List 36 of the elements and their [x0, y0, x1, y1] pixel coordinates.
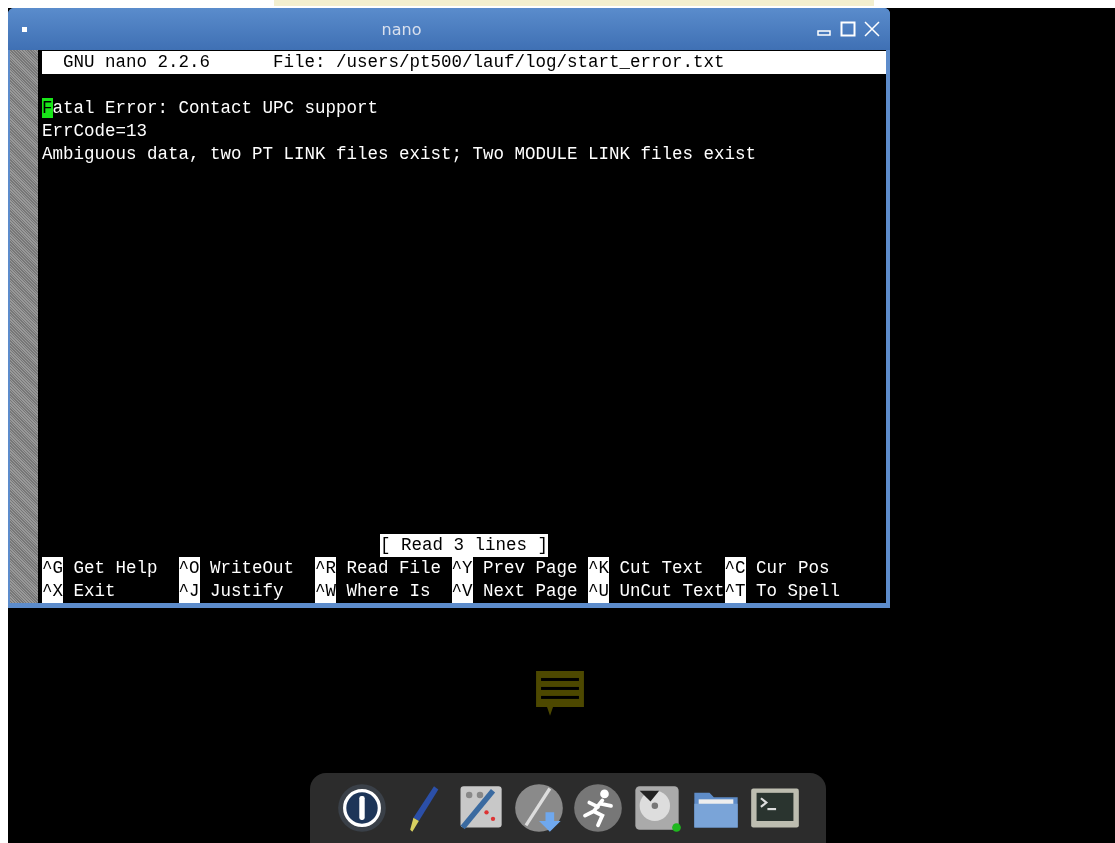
editor-header: GNU nano 2.2.6 File: /users/pt500/lauf/log/start_error.txt [42, 51, 886, 74]
shortcut-key[interactable]: ^W [315, 580, 337, 604]
shortcut-key[interactable]: ^T [724, 580, 746, 604]
status-message: [ Read 3 lines ] [380, 534, 548, 558]
shortcut-label: Cut Text [618, 557, 704, 581]
download-icon[interactable] [512, 782, 565, 835]
running-figure-icon[interactable] [571, 782, 624, 835]
text-line: Ambiguous data, two PT LINK files exist; Two MODULE LINK files exist [42, 144, 757, 164]
shortcut-label: Get Help [72, 557, 158, 581]
text-line: ErrCode=13 [42, 121, 148, 141]
shortcut-label: Next Page [482, 580, 578, 604]
shortcut-key[interactable]: ^J [178, 580, 200, 604]
shortcut-key[interactable]: ^R [315, 557, 337, 581]
shortcut-label: Exit [72, 580, 116, 604]
shortcut-label: Cur Pos [755, 557, 830, 581]
shortcut-label: Prev Page [482, 557, 578, 581]
shortcut-key[interactable]: ^X [42, 580, 63, 604]
window-title: nano [380, 19, 423, 39]
shortcut-label: UnCut Text [618, 580, 725, 604]
shortcut-key[interactable]: ^Y [451, 557, 473, 581]
shortcut-key[interactable]: ^V [451, 580, 473, 604]
shortcut-key[interactable]: ^O [178, 557, 200, 581]
shortcut-key[interactable]: ^U [588, 580, 610, 604]
shortcut-key[interactable]: ^G [42, 557, 63, 581]
shortcut-label: Where Is [345, 580, 431, 604]
shortcut-label: WriteOut [209, 557, 295, 581]
maximize-icon[interactable] [840, 21, 856, 37]
close-icon[interactable] [864, 21, 880, 37]
shortcut-label: Read File [345, 557, 442, 581]
shortcut-label: To Spell [755, 580, 841, 604]
shortcut-label: Justify [209, 580, 284, 604]
shortcut-key[interactable]: ^K [588, 557, 610, 581]
power-icon[interactable] [335, 782, 388, 835]
text-line: Fatal Error: Contact UPC support [42, 98, 379, 118]
window-menu-icon[interactable] [22, 26, 27, 32]
shortcut-key[interactable]: ^C [724, 557, 746, 581]
